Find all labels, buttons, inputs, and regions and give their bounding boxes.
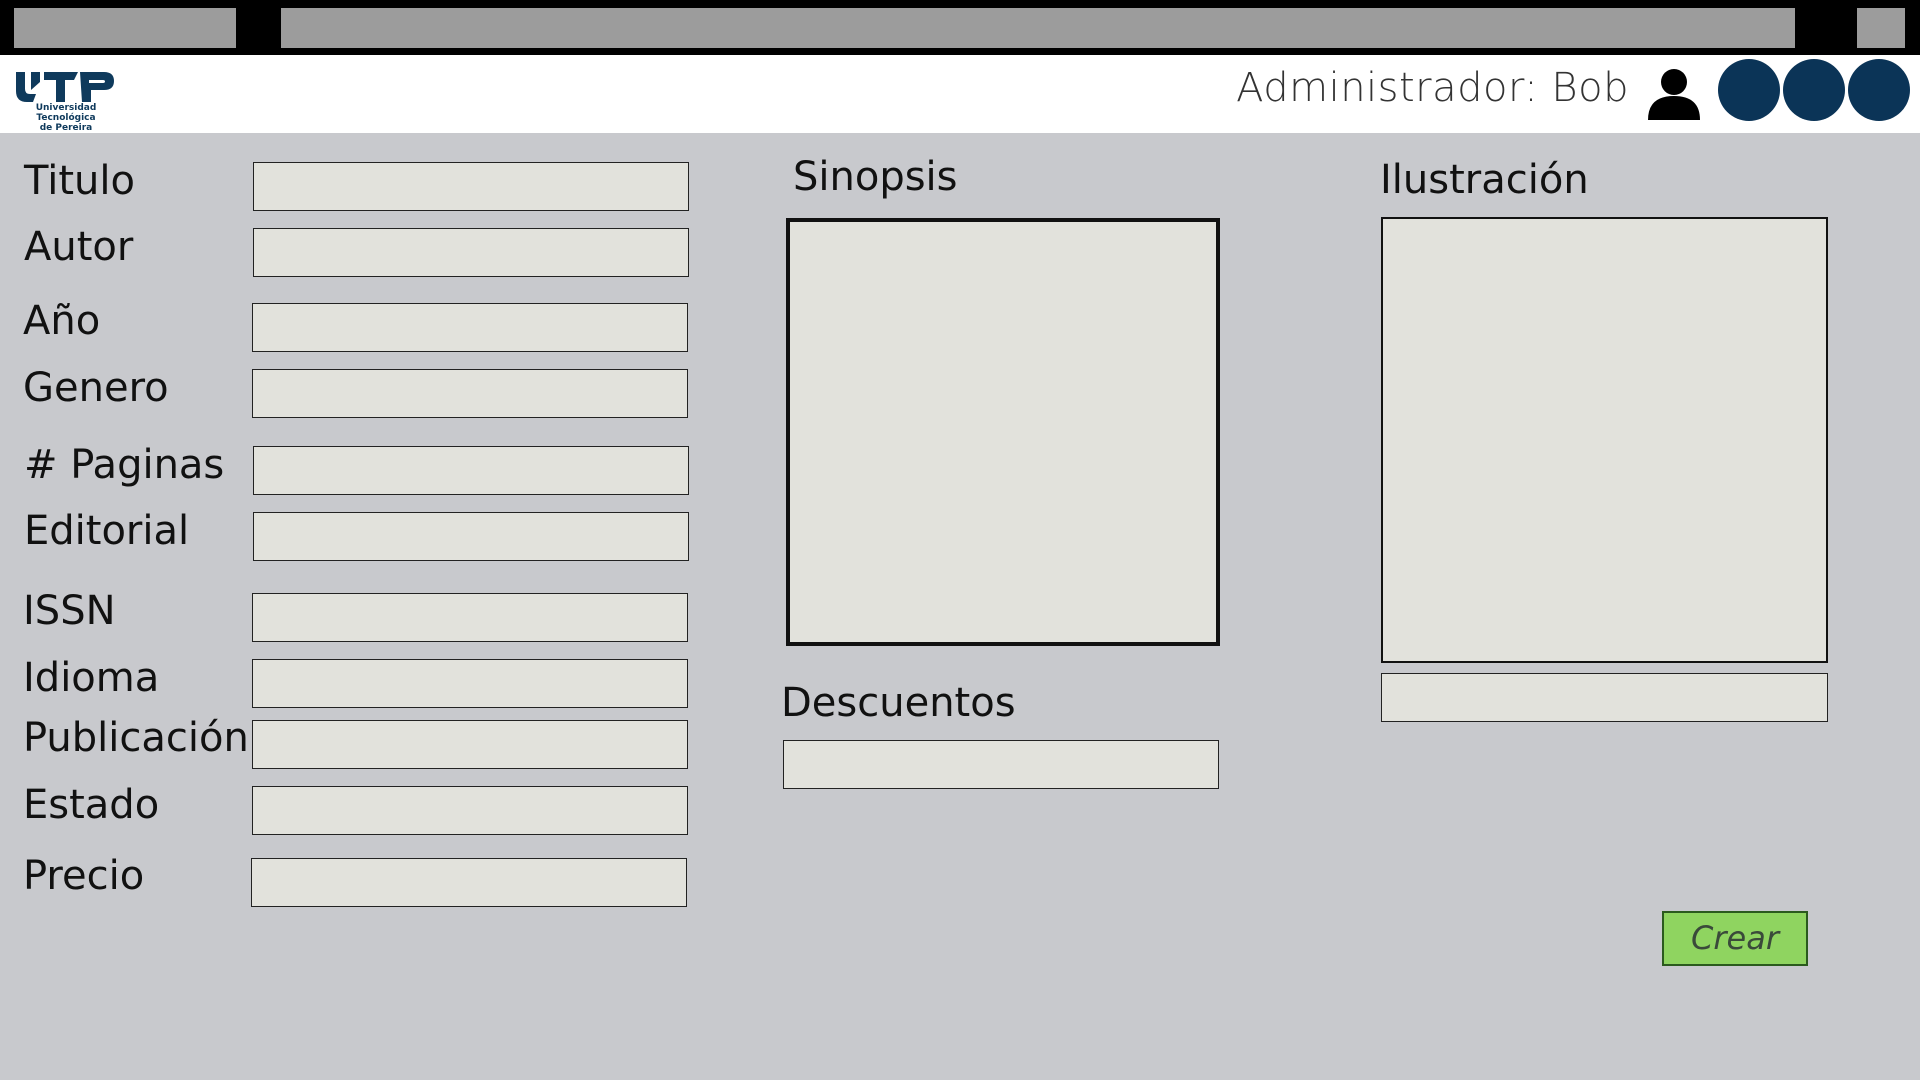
ano-input[interactable] [252,303,688,352]
admin-user-label: Administrador: Bob [1236,65,1629,111]
utp-logo: Universidad Tecnológica de Pereira [12,69,120,133]
field-label-precio: Precio [23,853,145,899]
paginas-input[interactable] [253,446,689,495]
issn-input[interactable] [252,593,688,642]
header-circle-button-1[interactable] [1718,59,1780,121]
sinopsis-label: Sinopsis [793,154,958,200]
idioma-input[interactable] [252,659,688,708]
logo-text-line2: de Pereira [39,123,93,133]
crear-button[interactable]: Crear [1662,911,1808,966]
field-label-genero: Genero [23,365,169,411]
descuentos-label: Descuentos [781,680,1016,726]
field-label-titulo: Titulo [24,158,135,204]
editorial-input[interactable] [253,512,689,561]
ilustracion-label: Ilustración [1380,157,1589,203]
top-bar-block-right [1857,8,1905,48]
sinopsis-textarea[interactable] [786,218,1220,646]
user-icon[interactable] [1646,65,1702,121]
estado-input[interactable] [252,786,688,835]
field-label-editorial: Editorial [24,508,190,554]
logo-text: Universidad Tecnológica de Pereira [12,103,120,133]
top-bar-block-left [14,8,236,48]
field-label-ano: Año [23,298,101,344]
autor-input[interactable] [253,228,689,277]
ilustracion-file-input[interactable] [1381,673,1828,722]
header-circle-button-3[interactable] [1848,59,1910,121]
header-circle-button-2[interactable] [1783,59,1845,121]
ilustracion-image-area[interactable] [1381,217,1828,663]
top-bar-block-center [281,8,1795,48]
publicacion-input[interactable] [252,720,688,769]
top-bar [0,0,1920,55]
field-label-issn: ISSN [23,588,116,634]
logo-text-line1: Universidad Tecnológica [35,103,97,123]
titulo-input[interactable] [253,162,689,211]
field-label-paginas: # Paginas [24,442,225,488]
genero-input[interactable] [252,369,688,418]
utp-logo-icon [16,72,114,102]
precio-input[interactable] [251,858,687,907]
field-label-publicacion: Publicación [23,715,249,761]
field-label-idioma: Idioma [23,655,160,701]
descuentos-input[interactable] [783,740,1219,789]
field-label-autor: Autor [24,224,134,270]
field-label-estado: Estado [23,782,160,828]
header: Universidad Tecnológica de Pereira Admin… [0,55,1920,133]
